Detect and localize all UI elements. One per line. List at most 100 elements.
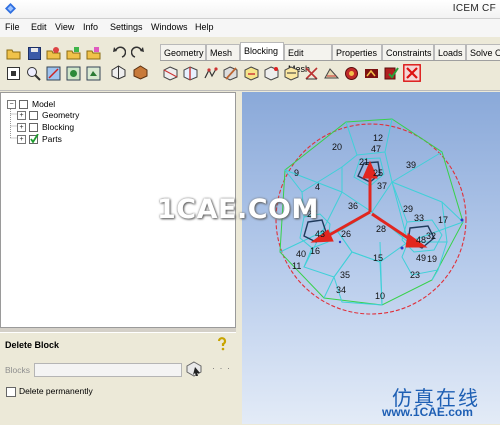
tree-item-geometry[interactable]: + Geometry — [17, 110, 137, 121]
menu-file[interactable]: File — [5, 22, 20, 32]
tree-checkbox[interactable] — [19, 100, 28, 109]
menu-settings[interactable]: Settings — [110, 22, 143, 32]
select-blocks-icon[interactable] — [186, 361, 202, 377]
block-number: 35 — [340, 270, 350, 280]
block-number: 26 — [341, 229, 351, 239]
menu-windows[interactable]: Windows — [151, 22, 188, 32]
block-number: 16 — [310, 246, 320, 256]
tab-edit-mesh[interactable]: Edit Mesh — [284, 44, 332, 74]
redo-icon[interactable] — [131, 46, 146, 61]
title-bar: ICEM CF — [0, 0, 500, 19]
delete-block-panel: Delete Block Blocks · · · Delete permane… — [0, 332, 236, 425]
delete-permanently-label: Delete permanently — [19, 386, 93, 396]
split-block-icon[interactable] — [183, 66, 198, 81]
delete-block-icon[interactable] — [403, 64, 421, 82]
block-number: 34 — [336, 285, 346, 295]
block-number: 49 — [416, 253, 426, 263]
open-geometry-icon[interactable] — [46, 46, 61, 61]
block-number: 20 — [332, 142, 342, 152]
block-number: 43 — [315, 229, 325, 239]
delete-permanently-checkbox[interactable] — [6, 387, 16, 397]
block-number: 11 — [292, 261, 301, 271]
tab-mesh[interactable]: Mesh — [206, 44, 240, 60]
block-topology-view: 12 47 20 21 25 39 9 37 4 36 29 27 33 17 … — [275, 118, 467, 315]
tab-solve-options[interactable]: Solve O — [466, 44, 500, 60]
block-number: 15 — [373, 253, 383, 263]
tab-constraints[interactable]: Constraints — [382, 44, 434, 60]
open-mesh-icon[interactable] — [86, 46, 101, 61]
block-number: 29 — [403, 204, 413, 214]
open-blocking-icon[interactable] — [66, 46, 81, 61]
tree-checkbox[interactable] — [29, 111, 38, 120]
block-number: 40 — [296, 249, 306, 259]
associate-icon[interactable] — [244, 66, 259, 81]
measure-icon[interactable] — [46, 66, 61, 81]
blocks-field[interactable] — [34, 363, 182, 377]
tree-label-geometry: Geometry — [42, 110, 80, 120]
block-number: 4 — [315, 182, 320, 192]
transform-blocks-icon[interactable] — [284, 66, 299, 81]
block-number: 10 — [375, 291, 385, 301]
block-number: 48 — [416, 235, 426, 245]
undo-icon[interactable] — [111, 46, 126, 61]
move-vertex-icon[interactable] — [264, 66, 279, 81]
fit-window-icon[interactable] — [6, 66, 21, 81]
zoom-box-icon[interactable] — [26, 66, 41, 81]
menu-view[interactable]: View — [55, 22, 74, 32]
graphics-viewport[interactable]: 12 47 20 21 25 39 9 37 4 36 29 27 33 17 … — [242, 92, 500, 424]
menu-edit[interactable]: Edit — [31, 22, 47, 32]
tree-root[interactable]: − Model — [7, 99, 127, 110]
block-number: 32 — [426, 231, 436, 241]
merge-vertices-icon[interactable] — [203, 66, 218, 81]
save-icon[interactable] — [27, 46, 42, 61]
block-number: 36 — [348, 201, 358, 211]
block-number: 33 — [414, 213, 424, 223]
pre-mesh-smooth-icon[interactable] — [364, 66, 379, 81]
block-number: 17 — [438, 215, 448, 225]
menu-bar: File Edit View Info Settings Windows Hel… — [0, 19, 500, 37]
tab-properties[interactable]: Properties — [332, 44, 382, 60]
checkmark-icon[interactable] — [29, 134, 39, 144]
solid-shade-icon[interactable] — [133, 65, 148, 80]
tree-collapse-icon[interactable]: − — [7, 100, 16, 109]
tree-label-model: Model — [32, 99, 56, 109]
pre-mesh-params-icon[interactable] — [324, 66, 339, 81]
watermark-logo: 1CAE.COM — [157, 194, 319, 225]
menu-help[interactable]: Help — [195, 22, 214, 32]
watermark-url: www.1CAE.com — [382, 405, 473, 419]
tree-item-parts[interactable]: + Parts — [17, 134, 137, 145]
tree-expand-icon[interactable]: + — [17, 123, 26, 132]
menu-info[interactable]: Info — [83, 22, 98, 32]
app-logo-icon — [5, 3, 16, 14]
block-number: 21 — [359, 157, 369, 167]
refresh-view-icon[interactable] — [86, 66, 101, 81]
tab-loads[interactable]: Loads — [434, 44, 466, 60]
block-number: 39 — [406, 160, 416, 170]
tree-item-blocking[interactable]: + Blocking — [17, 122, 137, 133]
tab-strip-divider — [160, 60, 500, 61]
tree-checkbox[interactable] — [29, 123, 38, 132]
tab-blocking[interactable]: Blocking — [240, 42, 284, 61]
more-options[interactable]: · · · — [212, 363, 231, 373]
edit-edge-icon[interactable] — [304, 66, 319, 81]
block-number: 23 — [410, 270, 420, 280]
tree-expand-icon[interactable]: + — [17, 135, 26, 144]
create-block-icon[interactable] — [163, 66, 178, 81]
panel-title: Delete Block — [5, 340, 60, 350]
pre-mesh-quality-icon[interactable] — [344, 66, 359, 81]
display-options-icon[interactable] — [66, 66, 81, 81]
block-number: 12 — [373, 133, 383, 143]
block-number: 28 — [376, 224, 386, 234]
blocks-label: Blocks — [5, 365, 31, 375]
tree-expand-icon[interactable]: + — [17, 111, 26, 120]
help-icon[interactable] — [216, 337, 228, 351]
block-number: 47 — [371, 144, 381, 154]
edit-block-icon[interactable] — [223, 66, 238, 81]
tab-geometry[interactable]: Geometry — [160, 44, 206, 60]
wireframe-shade-icon[interactable] — [111, 65, 126, 80]
tree-label-parts: Parts — [42, 134, 62, 144]
check-blocks-icon[interactable] — [384, 66, 399, 81]
block-number: 9 — [294, 168, 299, 178]
block-number: 37 — [377, 181, 387, 191]
open-folder-icon[interactable] — [6, 46, 21, 61]
